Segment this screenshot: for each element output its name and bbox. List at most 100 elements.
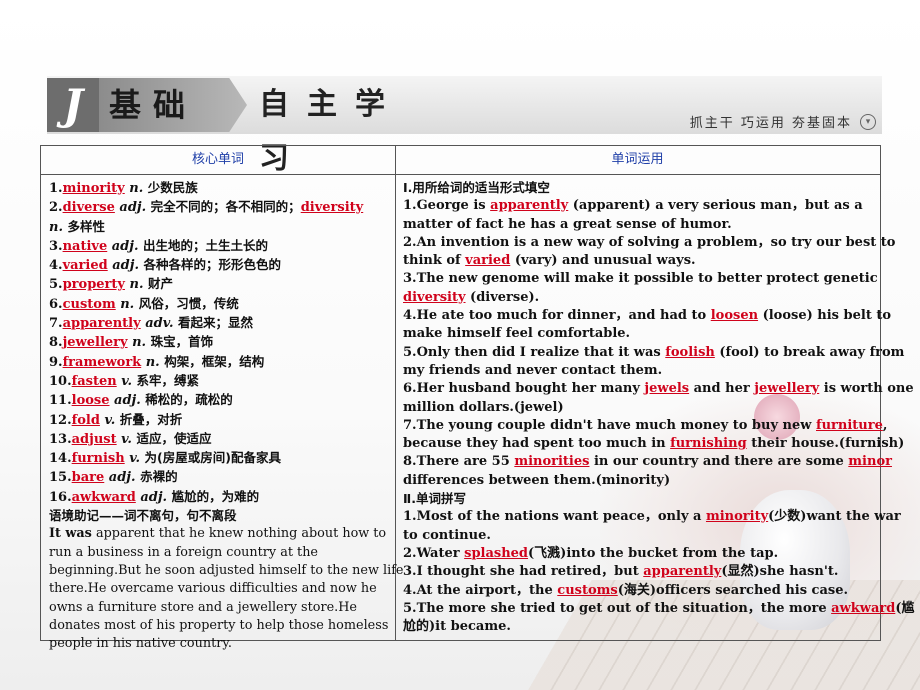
- vocab-number: 9.: [49, 354, 63, 370]
- fill-in-exercise-line: think of varied (vary) and unusual ways.: [403, 252, 874, 270]
- context-text: beginning.But he soon adjusted himself t…: [49, 562, 404, 578]
- exercise-text: and her: [689, 381, 755, 397]
- vocab-pos: adj.: [135, 489, 172, 505]
- vocab-word: varied: [62, 258, 108, 274]
- answer-blank: customs: [557, 582, 618, 598]
- vocab-number: 7.: [49, 316, 63, 332]
- exercise-text: 4.He ate too much for dinner，and had to: [403, 308, 711, 324]
- exercise-text: 2.An invention is a new way of solving a…: [403, 234, 896, 250]
- section-banner: J 基础 自主学习 抓主干 巧运用 夯基固本 ▾: [47, 76, 882, 176]
- fill-in-exercise-line: my friends and never contact them.: [403, 362, 874, 380]
- spelling-exercise-line: to continue.: [403, 527, 874, 545]
- vocab-number: 6.: [49, 296, 63, 312]
- banner-motto: 抓主干 巧运用 夯基固本: [689, 116, 852, 131]
- vocab-word: diverse: [62, 200, 115, 216]
- context-text: people in his native country.: [49, 636, 232, 652]
- vocab-meaning: 稀松的，疏松的: [145, 392, 233, 408]
- exercise-text: 3.I thought she had retired，but: [403, 564, 644, 580]
- vocab-meaning: 折叠，对折: [119, 411, 183, 427]
- vocab-item: 14.furnish v. 为(房屋或房间)配备家具: [49, 449, 389, 468]
- answer-blank: apparently: [490, 198, 569, 214]
- vocab-item: 1.minority n. 少数民族: [49, 179, 389, 198]
- exercise-text: 5.Only then did I realize that it was: [403, 344, 666, 360]
- answer-blank: splashed: [464, 545, 529, 561]
- collapse-chevron-icon[interactable]: ▾: [860, 114, 876, 130]
- exercise-text: million dollars.(jewel): [403, 399, 564, 415]
- vocab-meaning: 看起来；显然: [178, 315, 254, 331]
- exercise-text: ,: [882, 417, 888, 433]
- context-text: run a business in a foreign country at t…: [49, 544, 319, 560]
- answer-blank: apparently: [643, 564, 722, 580]
- word-usage-header: 单词运用: [395, 146, 880, 175]
- vocab-word: fold: [71, 412, 100, 428]
- vocab-meaning: 为(房屋或房间)配备家具: [144, 450, 281, 466]
- vocab-number: 11.: [49, 393, 72, 409]
- vocab-word: diversity: [300, 200, 364, 216]
- spelling-exercise-line: 2.Water splashed(飞溅)into the bucket from…: [403, 545, 874, 563]
- fill-in-exercise-line: diversity (diverse).: [403, 289, 874, 307]
- context-paragraph-line: It was apparent that he knew nothing abo…: [49, 525, 389, 543]
- logo-j-icon: J: [47, 78, 99, 132]
- vocab-meaning: 各种各样的；形形色色的: [143, 257, 282, 273]
- vocab-number: 3.: [49, 238, 63, 254]
- vocab-pos: v.: [124, 451, 145, 467]
- banner-title: 基础: [99, 78, 247, 132]
- vocab-number: 12.: [49, 412, 72, 428]
- fill-in-exercise-line: 7.The young couple didn't have much mone…: [403, 417, 887, 435]
- vocab-item: 13.adjust v. 适应，使适应: [49, 430, 389, 449]
- vocab-number: 10.: [49, 373, 72, 389]
- vocab-word: fasten: [71, 373, 117, 389]
- answer-blank: jewellery: [754, 381, 820, 397]
- vocab-item: 6.custom n. 风俗，习惯，传统: [49, 295, 389, 314]
- vocab-number: 2.: [49, 200, 63, 216]
- fill-in-exercise-line: make himself feel comfortable.: [403, 325, 874, 343]
- vocab-item: 8.jewellery n. 珠宝，首饰: [49, 333, 389, 352]
- fill-in-exercise-line: 5.Only then did I realize that it was fo…: [403, 344, 904, 362]
- exercise-text: 尬的)it became.: [403, 619, 511, 635]
- vocab-number: 16.: [49, 489, 72, 505]
- vocab-word: adjust: [71, 431, 117, 447]
- vocab-pos: n.: [141, 354, 165, 370]
- exercise-text: is worth one: [819, 381, 914, 397]
- vocab-meaning: 适应，使适应: [136, 430, 212, 446]
- exercise-text: 5.The more she tried to get out of the s…: [403, 600, 832, 616]
- spelling-exercise-line: 3.I thought she had retired，but apparent…: [403, 563, 874, 581]
- exercise-text: (显然)she hasn't.: [721, 564, 839, 580]
- vocab-number: 5.: [49, 277, 63, 293]
- vocab-word: jewellery: [62, 335, 128, 351]
- answer-blank: loosen: [710, 308, 759, 324]
- vocab-item: 3.native adj. 出生地的；土生土长的: [49, 237, 389, 256]
- vocab-item: 4.varied adj. 各种各样的；形形色色的: [49, 256, 389, 275]
- core-words-body: 1.minority n. 少数民族 2.diverse adj. 完全不同的；各…: [41, 175, 404, 653]
- answer-blank: awkward: [831, 600, 896, 616]
- fill-in-exercise-line: million dollars.(jewel): [403, 399, 874, 417]
- exercise-text: matter of fact he has a great sense of h…: [403, 216, 732, 232]
- fill-in-exercise-line: because they had spent too much in furni…: [403, 435, 904, 453]
- vocab-item: 12.fold v. 折叠，对折: [49, 411, 389, 430]
- vocab-number: 8.: [49, 335, 63, 351]
- vocab-number: 1.: [49, 181, 63, 196]
- exercise-text: think of: [403, 253, 466, 269]
- exercise-text: 3.The new genome will make it possible t…: [403, 271, 878, 287]
- exercise-text: differences between them.(minority): [403, 472, 671, 488]
- context-heading: 语境助记——词不离句，句不离段: [49, 508, 237, 524]
- vocab-pos: v.: [99, 412, 120, 428]
- fill-in-exercise-line: 8.There are 55 minorities in our country…: [403, 453, 892, 471]
- exercise-text: (海关)officers searched his case.: [617, 582, 849, 598]
- vocab-pos: adj.: [104, 470, 141, 486]
- vocab-word: bare: [71, 470, 105, 486]
- vocab-item: 7.apparently adv. 看起来；显然: [49, 314, 389, 333]
- exercise-text: (apparent) a very serious man，but as a: [568, 198, 863, 214]
- vocab-meaning: 完全不同的；各不相同的；: [150, 199, 301, 215]
- vocab-number: 13.: [49, 431, 72, 447]
- vocab-table: 核心单词 1.minority n. 少数民族 2.diverse adj. 完全…: [40, 145, 914, 651]
- vocab-word: custom: [62, 296, 116, 312]
- answer-blank: jewels: [644, 381, 690, 397]
- fill-in-exercise-line: 2.An invention is a new way of solving a…: [403, 234, 895, 252]
- vocab-meaning: 尴尬的，为难的: [171, 488, 260, 504]
- context-text: apparent that he knew nothing about how …: [91, 526, 387, 542]
- vocab-item: 15.bare adj. 赤裸的: [49, 468, 389, 487]
- exercise-text: (loose) his belt to: [758, 308, 892, 324]
- context-text: owns a furniture store and a jewellery s…: [49, 599, 357, 615]
- context-paragraph-line: donates most of his property to help tho…: [49, 617, 389, 635]
